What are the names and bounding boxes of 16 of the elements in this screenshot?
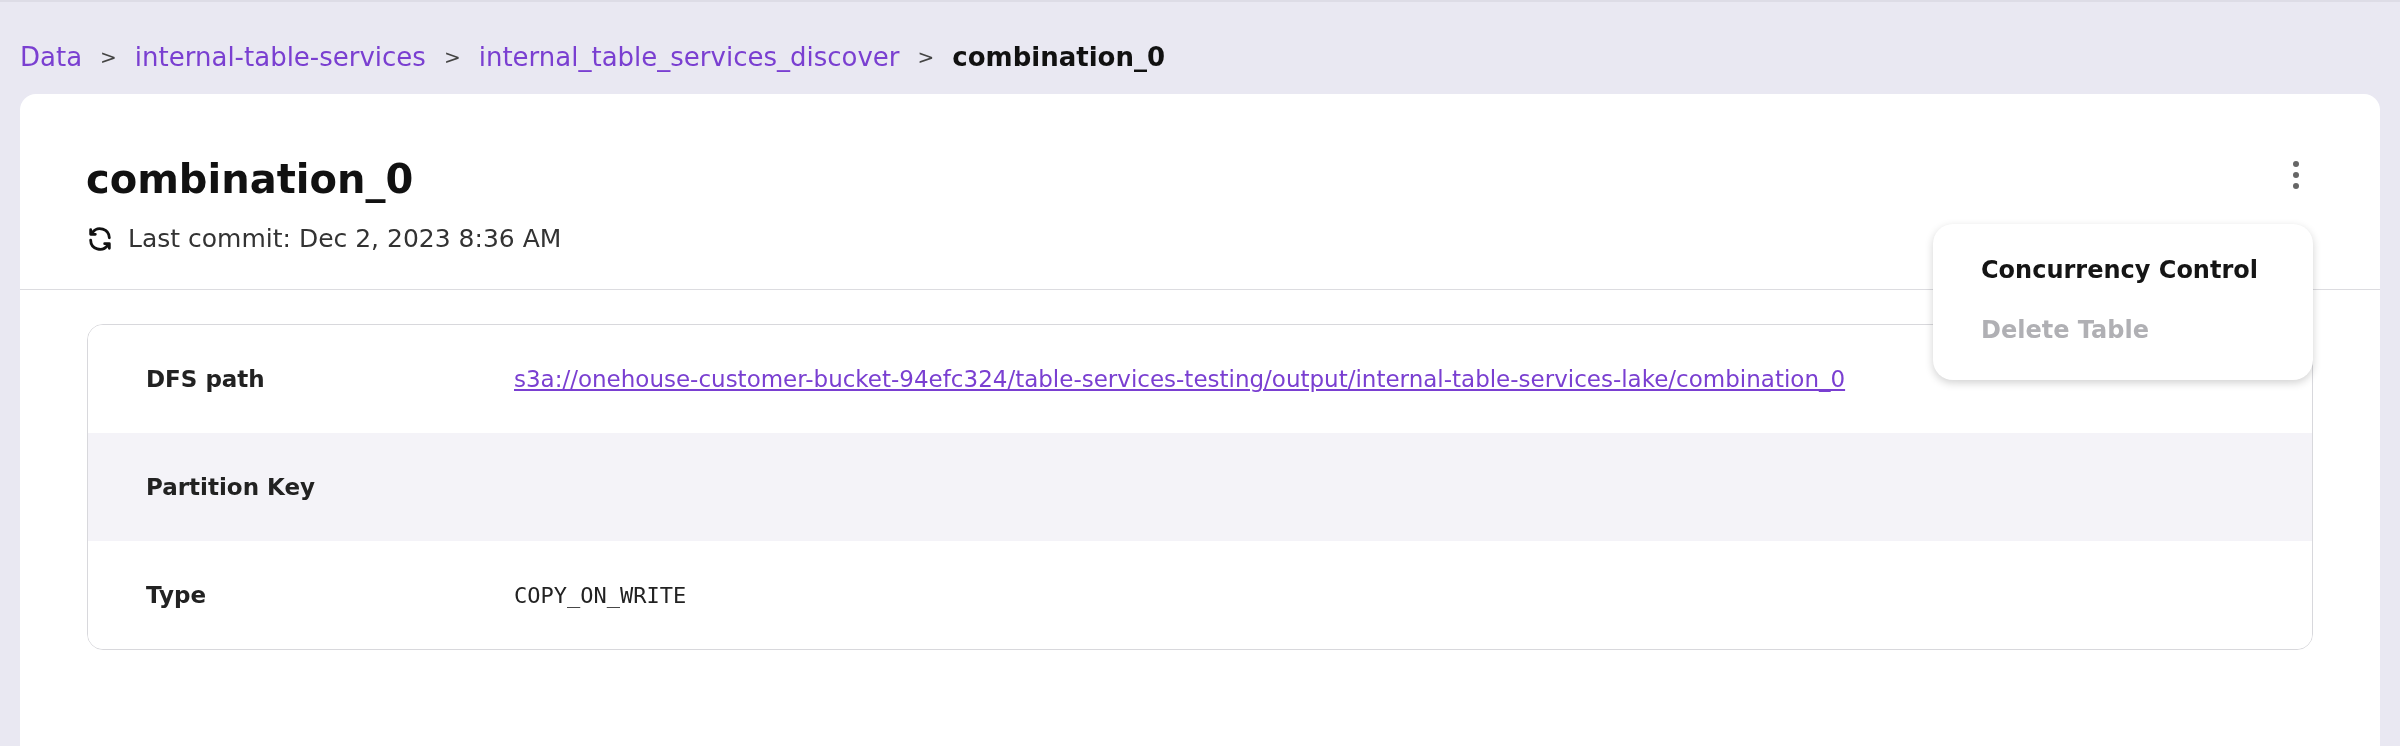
current-page-title: combination_0 <box>952 42 1166 72</box>
detail-label: Type <box>146 582 207 608</box>
breadcrumb-separator: > <box>443 45 461 69</box>
table-title: combination_0 <box>86 156 415 202</box>
breadcrumb-link[interactable]: internal_table_services_discover <box>478 42 900 72</box>
detail-label: DFS path <box>146 366 266 392</box>
breadcrumb-separator: > <box>100 45 117 69</box>
menu-item[interactable]: Concurrency Control <box>1933 240 2313 300</box>
more-vertical-icon <box>2292 160 2300 190</box>
breadcrumb-separator: > <box>917 45 935 69</box>
last-commit-text: Last commit: Dec 2, 2023 8:36 AM <box>128 224 562 253</box>
sync-icon <box>86 224 114 253</box>
detail-label: Partition Key <box>146 474 317 500</box>
detail-value: COPY_ON_WRITE <box>514 582 688 608</box>
breadcrumb-link[interactable]: Data <box>20 42 83 72</box>
breadcrumb-link[interactable]: internal-table-services <box>134 42 426 72</box>
